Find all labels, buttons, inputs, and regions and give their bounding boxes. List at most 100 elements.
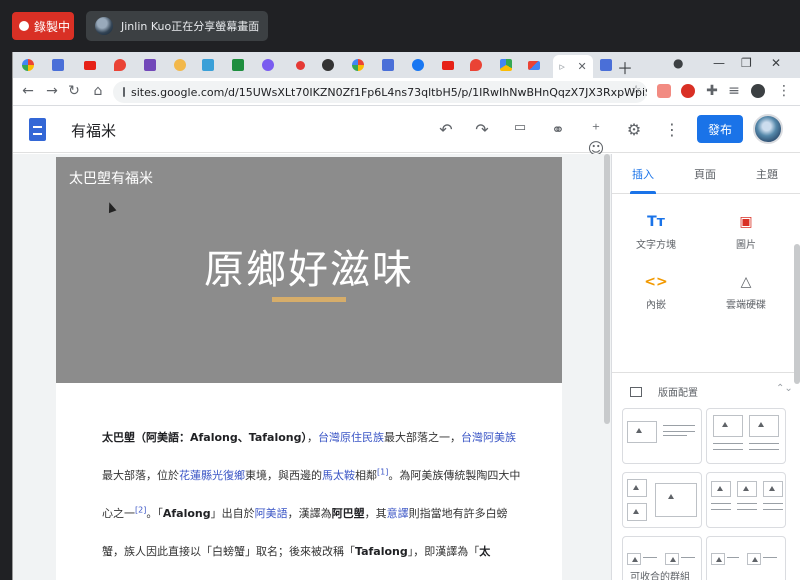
extensions-puzzle-icon[interactable]: ✚ xyxy=(703,83,721,99)
body-text: ，其 xyxy=(364,507,387,520)
active-tab-indicator xyxy=(630,191,656,194)
extension-icon-1[interactable] xyxy=(657,84,671,98)
panel-scrollbar[interactable] xyxy=(794,244,800,384)
browser-toolbar: ← → ↻ ⌂ sites.google.com/d/15UWsXLt70IKZ… xyxy=(13,78,800,106)
tab-themes[interactable]: 主題 xyxy=(756,166,778,182)
minimize-button[interactable]: — xyxy=(713,56,725,70)
site-name[interactable]: 有福米 xyxy=(71,120,116,141)
restore-button[interactable]: ❐ xyxy=(741,56,752,70)
publish-button[interactable]: 發布 xyxy=(697,115,743,143)
layout-option-6[interactable] xyxy=(706,536,786,580)
tab-maps[interactable] xyxy=(109,56,131,74)
tab-github[interactable] xyxy=(317,56,339,74)
thumb-line xyxy=(737,509,757,510)
forward-button[interactable]: → xyxy=(43,83,61,99)
undo-icon[interactable]: ↶ xyxy=(435,120,457,139)
tab-facebook[interactable] xyxy=(407,56,429,74)
profile-avatar-icon[interactable] xyxy=(751,84,765,98)
body-link[interactable]: 花蓮縣光復鄉 xyxy=(179,469,245,482)
collapse-chevron-icon[interactable]: ⌃⌄ xyxy=(776,383,793,394)
body-text-box[interactable]: 太巴塱（阿美語：Afalong、Tafalong），台灣原住民族最大部落之一，台… xyxy=(102,419,522,571)
body-text: 相鄰 xyxy=(355,469,377,482)
reading-list-icon[interactable]: ≡ xyxy=(725,83,743,99)
hand-icon xyxy=(174,59,186,71)
tab-google-2[interactable] xyxy=(347,56,369,74)
tab-insert[interactable]: 插入 xyxy=(632,166,654,182)
canvas-scrollbar[interactable] xyxy=(604,154,610,424)
tab-ext-2[interactable] xyxy=(197,56,219,74)
insert-embed[interactable]: <> 內嵌 xyxy=(616,274,696,311)
image-icon: ▣ xyxy=(739,214,753,230)
home-button[interactable]: ⌂ xyxy=(89,83,107,99)
tab-sites-3[interactable] xyxy=(595,56,617,74)
layout-option-3[interactable] xyxy=(622,472,702,528)
extension-icon-2[interactable] xyxy=(681,84,695,98)
tab-sites[interactable] xyxy=(47,56,69,74)
body-bold: 太巴塱（阿美語：Afalong、Tafalong） xyxy=(102,431,308,444)
preview-devices-icon[interactable]: ▭ xyxy=(509,120,531,135)
thumb-line xyxy=(711,509,731,510)
tab-record[interactable] xyxy=(289,56,311,74)
tab-active[interactable]: ▹ ✕ xyxy=(553,55,593,78)
copy-link-icon[interactable]: ⚭ xyxy=(547,120,569,139)
layouts-header[interactable]: 版面配置 xyxy=(630,384,698,399)
tab-sites-2[interactable] xyxy=(377,56,399,74)
body-link[interactable]: 台灣阿美族 xyxy=(461,431,516,444)
tab-classroom[interactable] xyxy=(227,56,249,74)
share-add-person-icon[interactable]: ⁺☺ xyxy=(585,120,607,158)
bookmark-star-icon[interactable]: ☆ xyxy=(627,83,645,96)
insert-drive[interactable]: △ 雲端硬碟 xyxy=(706,274,786,311)
sites-logo-icon[interactable] xyxy=(29,118,46,141)
tab-ext-1[interactable] xyxy=(169,56,191,74)
text-box-icon: Tт xyxy=(647,214,665,230)
tab-youtube[interactable] xyxy=(79,56,101,74)
tab-search-icon[interactable]: ● xyxy=(673,56,683,70)
layout-option-1[interactable] xyxy=(622,408,702,464)
redo-icon[interactable]: ↷ xyxy=(471,120,493,139)
address-bar[interactable]: sites.google.com/d/15UWsXLt70IKZN0Zf1Fp6… xyxy=(113,81,647,103)
tab-youtube-2[interactable] xyxy=(437,56,459,74)
reload-button[interactable]: ↻ xyxy=(65,83,83,99)
body-link[interactable]: 阿美語 xyxy=(255,507,288,520)
insert-text-box[interactable]: Tт 文字方塊 xyxy=(616,214,696,251)
record-icon xyxy=(295,60,305,70)
side-panel: 插入 頁面 主題 Tт 文字方塊 ▣ 圖片 <> 內嵌 △ 雲端硬碟 版面配置 … xyxy=(611,154,800,580)
tab-gmail[interactable] xyxy=(523,56,545,74)
back-button[interactable]: ← xyxy=(19,83,37,99)
browser-menu-icon[interactable]: ⋮ xyxy=(775,83,793,99)
sites-icon xyxy=(382,59,394,71)
body-link[interactable]: 台灣原住民族 xyxy=(318,431,384,444)
tab-maps-2[interactable] xyxy=(465,56,487,74)
new-tab-button[interactable]: ＋ xyxy=(617,55,633,79)
citation-link[interactable]: [1] xyxy=(377,467,388,476)
recording-button[interactable]: 錄製中 xyxy=(12,12,74,40)
layout-option-2[interactable] xyxy=(706,408,786,464)
layout-option-4[interactable] xyxy=(706,472,786,528)
hero-title[interactable]: 原鄉好滋味 xyxy=(56,237,562,295)
record-dot-icon xyxy=(19,21,29,31)
maps-icon xyxy=(500,59,512,71)
tab-messenger[interactable] xyxy=(257,56,279,74)
body-link[interactable]: 馬太鞍 xyxy=(322,469,355,482)
presenter-avatar xyxy=(95,17,113,35)
close-window-button[interactable]: ✕ xyxy=(771,56,781,70)
hero-banner[interactable]: 太巴塱有福米 原鄉好滋味 xyxy=(56,157,562,383)
classroom-icon xyxy=(232,59,244,71)
body-link[interactable]: 意譯 xyxy=(387,507,409,520)
meet-share-bar: 錄製中 Jinlin Kuo正在分享螢幕畫面 xyxy=(0,0,800,50)
tab-maps-3[interactable] xyxy=(495,56,517,74)
presenter-pill[interactable]: Jinlin Kuo正在分享螢幕畫面 xyxy=(86,11,268,41)
forms-icon xyxy=(144,59,156,71)
hero-site-title[interactable]: 太巴塱有福米 xyxy=(69,168,153,188)
body-text: ， xyxy=(307,431,319,444)
citation-link[interactable]: [2] xyxy=(135,505,146,514)
settings-gear-icon[interactable]: ⚙ xyxy=(623,120,645,139)
account-avatar[interactable] xyxy=(753,114,783,144)
insert-image[interactable]: ▣ 圖片 xyxy=(706,214,786,251)
collapsible-group-item[interactable]: 可收合的群組 xyxy=(630,568,690,580)
more-options-icon[interactable]: ⋮ xyxy=(661,120,683,139)
tab-pages[interactable]: 頁面 xyxy=(694,166,716,182)
tab-google[interactable] xyxy=(17,56,39,74)
tab-close-icon[interactable]: ✕ xyxy=(577,60,586,73)
tab-forms[interactable] xyxy=(139,56,161,74)
